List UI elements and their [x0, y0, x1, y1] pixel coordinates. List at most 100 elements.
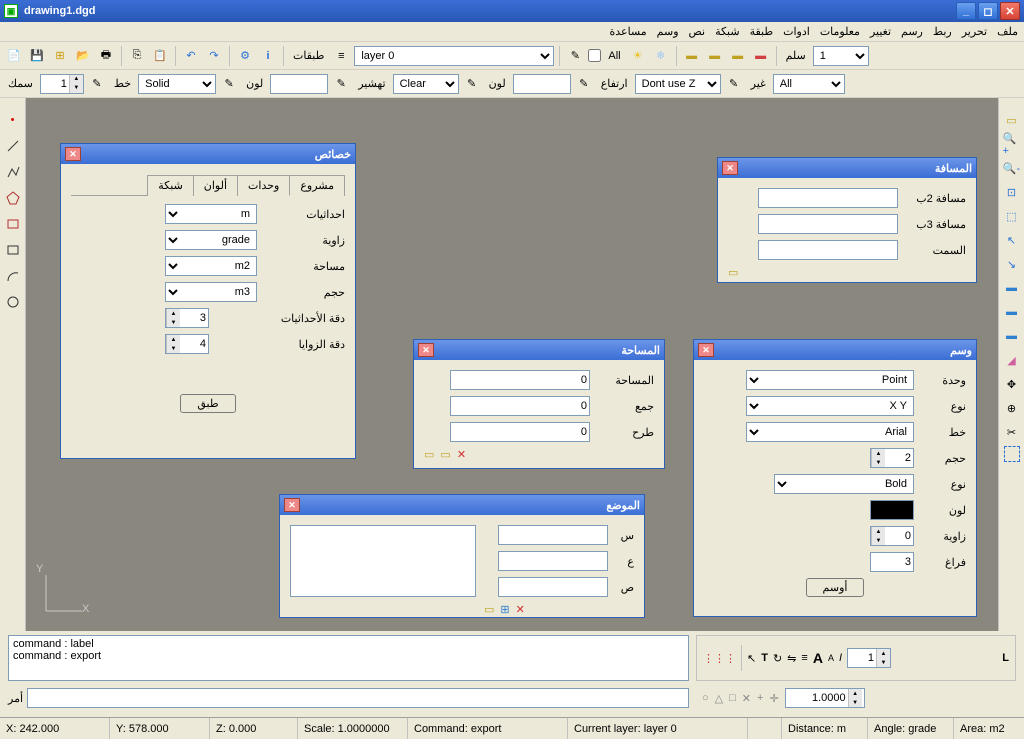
coords-select[interactable]: m	[165, 204, 257, 224]
settings-icon[interactable]: ⚙	[235, 46, 255, 66]
height-pen-icon[interactable]: ✎	[724, 74, 744, 94]
menu-help[interactable]: مساعدة	[609, 25, 646, 38]
area-val-field[interactable]	[450, 370, 590, 390]
rect2-tool-icon[interactable]	[3, 240, 23, 260]
menu-draw[interactable]: رسم	[901, 25, 923, 38]
layers-icon[interactable]: ≡	[331, 46, 351, 66]
font-size-spinner[interactable]: ▲▼	[847, 648, 891, 668]
cursor-icon[interactable]: ↖	[747, 652, 756, 665]
color2-field[interactable]	[513, 74, 571, 94]
font-select[interactable]: Arial	[746, 422, 914, 442]
shape-circle-icon[interactable]: ○	[702, 692, 709, 704]
thickness-pen-icon[interactable]: ✎	[87, 74, 107, 94]
sub-field[interactable]	[450, 422, 590, 442]
lcolor-field[interactable]	[870, 500, 914, 520]
ruler-icon[interactable]: ▭	[1002, 110, 1022, 130]
polygon-tool-icon[interactable]	[3, 188, 23, 208]
tab-project[interactable]: مشروع	[289, 175, 345, 196]
distance-ruler-icon[interactable]: ▭	[728, 266, 738, 279]
position-close-icon[interactable]: ✕	[284, 498, 300, 512]
px-field[interactable]	[498, 525, 608, 545]
area-delete-icon[interactable]: ✕	[457, 448, 466, 461]
font-small-icon[interactable]: A	[828, 653, 834, 663]
freeze-icon[interactable]: ❄	[651, 46, 671, 66]
italic-icon[interactable]: I	[839, 652, 842, 664]
zoom-next-icon[interactable]: ↘	[1002, 254, 1022, 274]
position-list[interactable]	[290, 525, 476, 597]
zoom-prev-icon[interactable]: ↖	[1002, 230, 1022, 250]
maximize-button[interactable]: ◻	[978, 2, 998, 20]
pos-delete-icon[interactable]: ✕	[516, 603, 525, 616]
hatch-pen-icon[interactable]: ✎	[462, 74, 482, 94]
menu-tools[interactable]: ادوات	[783, 25, 810, 38]
saveall-icon[interactable]: ⊞	[50, 46, 70, 66]
pen-icon[interactable]: ✎	[565, 46, 585, 66]
rect-tool-icon[interactable]	[3, 214, 23, 234]
polyline-tool-icon[interactable]	[3, 162, 23, 182]
layer1-icon[interactable]: ▬	[1002, 278, 1022, 298]
sum-field[interactable]	[450, 396, 590, 416]
d3-field[interactable]	[758, 214, 898, 234]
line-style-select[interactable]: Solid	[138, 74, 216, 94]
shape-sq-icon[interactable]: □	[729, 692, 736, 704]
menu-grid[interactable]: شبكة	[715, 25, 740, 38]
save-icon[interactable]: 💾	[27, 46, 47, 66]
shape-cross-icon[interactable]: ✛	[769, 692, 778, 705]
color2-pen-icon[interactable]: ✎	[574, 74, 594, 94]
thickness-spinner[interactable]: ▲▼	[40, 74, 84, 94]
menu-info[interactable]: معلومات	[820, 25, 860, 38]
scale-spinner[interactable]: ▲▼	[785, 688, 865, 708]
eraser-icon[interactable]: ◢	[1002, 350, 1022, 370]
text-icon[interactable]: T	[761, 652, 768, 664]
area-tool2-icon[interactable]: ▭	[440, 448, 450, 461]
properties-close-icon[interactable]: ✕	[65, 147, 81, 161]
command-input[interactable]	[27, 688, 689, 708]
align-icon[interactable]: ≡	[801, 652, 807, 664]
angle-select[interactable]: grade	[165, 230, 257, 250]
copy-icon[interactable]: ⎘	[127, 46, 147, 66]
redo-icon[interactable]: ↷	[204, 46, 224, 66]
shape-tri-icon[interactable]: △	[715, 692, 723, 705]
angle-prec-spinner[interactable]: ▲▼	[165, 334, 209, 354]
pz-field[interactable]	[498, 577, 608, 597]
info-icon[interactable]: i	[258, 46, 278, 66]
properties-apply-button[interactable]: طبق	[180, 394, 235, 413]
layer2-icon[interactable]: ▬	[1002, 302, 1022, 322]
layerset4-icon[interactable]: ▬	[751, 46, 771, 66]
type1-select[interactable]: X Y	[746, 396, 914, 416]
label-close-icon[interactable]: ✕	[698, 343, 714, 357]
menu-layer[interactable]: طبقة	[750, 25, 774, 38]
color-field[interactable]	[270, 74, 328, 94]
menu-text[interactable]: نص	[689, 25, 706, 38]
select-icon[interactable]	[1004, 446, 1020, 462]
filter-select[interactable]: All	[773, 74, 845, 94]
area-close-icon[interactable]: ✕	[418, 343, 434, 357]
tab-units[interactable]: وحدات	[237, 175, 290, 196]
point-tool-icon[interactable]: •	[3, 110, 23, 130]
shape-x-icon[interactable]: ✕	[742, 692, 751, 705]
flip-icon[interactable]: ⇋	[787, 652, 796, 665]
circle-tool-icon[interactable]	[3, 292, 23, 312]
type2-select[interactable]: Bold	[774, 474, 914, 494]
layer3-icon[interactable]: ▬	[1002, 326, 1022, 346]
tab-colors[interactable]: ألوان	[193, 175, 238, 196]
volume-select[interactable]: m3	[165, 282, 257, 302]
azimuth-field[interactable]	[758, 240, 898, 260]
size-spinner[interactable]: ▲▼	[870, 448, 914, 468]
coord-prec-spinner[interactable]: ▲▼	[165, 308, 209, 328]
line-pen-icon[interactable]: ✎	[219, 74, 239, 94]
layer-l-icon[interactable]: L	[1002, 652, 1009, 664]
snap-icon[interactable]: ⊕	[1002, 398, 1022, 418]
shape-plus-icon[interactable]: +	[757, 692, 763, 704]
zoom-out-icon[interactable]: 🔍-	[1002, 158, 1022, 178]
sun-icon[interactable]: ☀	[628, 46, 648, 66]
tab-grid[interactable]: شبكة	[147, 175, 194, 196]
menu-label[interactable]: وسم	[657, 25, 679, 38]
layer-select[interactable]: layer 0	[354, 46, 554, 66]
layerset3-icon[interactable]: ▬	[728, 46, 748, 66]
pos-tool2-icon[interactable]: ⊞	[500, 603, 509, 616]
grid-toggle-icon[interactable]: ⋮⋮⋮	[703, 652, 736, 665]
color-pen-icon[interactable]: ✎	[331, 74, 351, 94]
zoom-in-icon[interactable]: 🔍+	[1002, 134, 1022, 154]
gap-field[interactable]	[870, 552, 914, 572]
